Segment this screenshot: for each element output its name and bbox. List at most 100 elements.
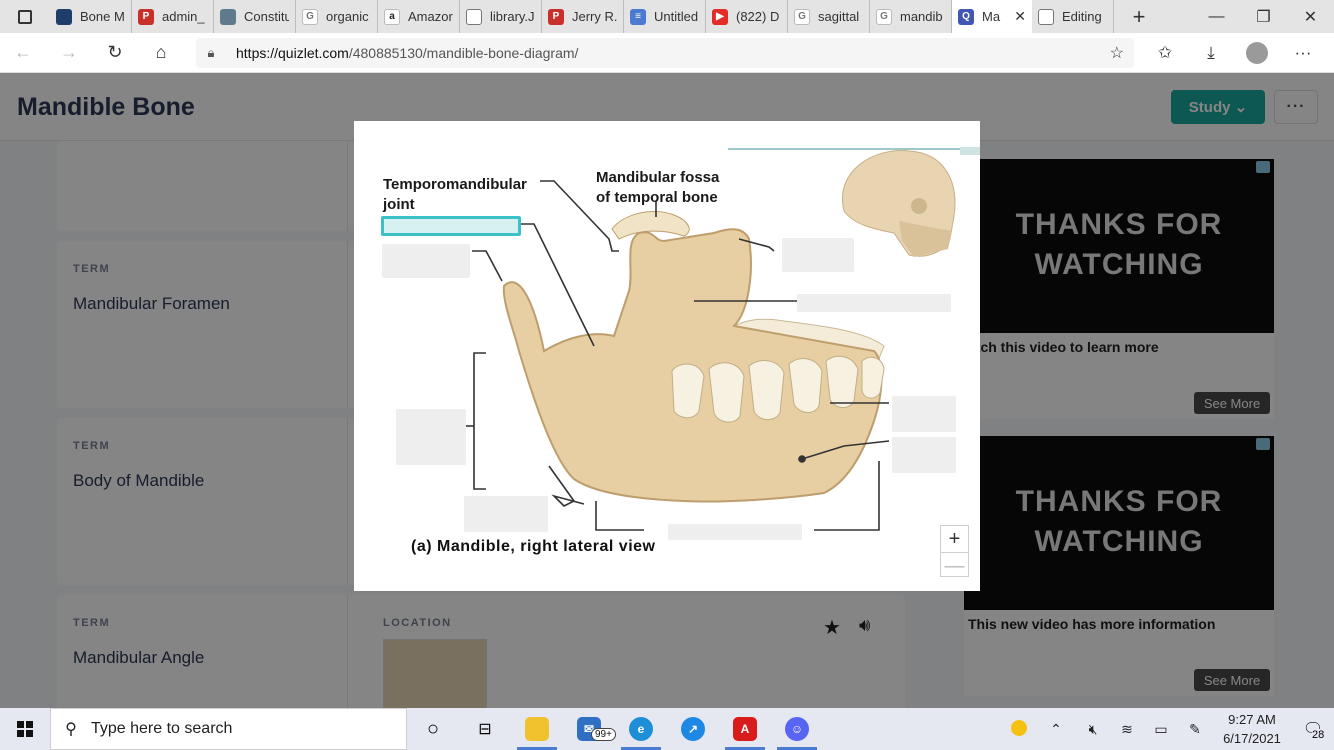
- back-icon[interactable]: ←: [0, 33, 46, 73]
- tab-label: organic: [326, 9, 369, 24]
- battery-icon[interactable]: ▭: [1144, 721, 1178, 738]
- answer-blank[interactable]: [892, 437, 956, 473]
- tab-actions-button[interactable]: [0, 0, 50, 33]
- task-view-button[interactable]: ⊟: [459, 708, 511, 750]
- edge-button[interactable]: e: [615, 708, 667, 750]
- refresh-icon[interactable]: ↻: [92, 33, 138, 73]
- docs-icon: ≡: [630, 8, 646, 25]
- window-controls: — ❐ ✕: [1193, 0, 1334, 33]
- tab-label: library.J: [490, 9, 535, 24]
- system-tray: ⌃ 🔇︎ ≋ ▭ ✎ 9:27 AM 6/17/2021 🗨︎ 28: [1002, 708, 1334, 750]
- google-icon: G: [794, 8, 810, 25]
- clock[interactable]: 9:27 AM 6/17/2021: [1212, 710, 1292, 748]
- start-button[interactable]: [0, 708, 50, 750]
- forward-icon[interactable]: →: [46, 33, 92, 73]
- answer-blank[interactable]: [797, 294, 951, 312]
- answer-blank[interactable]: [396, 409, 466, 465]
- skull-icon: [842, 150, 956, 257]
- browser-toolbar: ✩ ⤓ ···: [1142, 33, 1326, 73]
- zoom-in-button[interactable]: +: [941, 526, 968, 552]
- browser-tab-active[interactable]: Q Ma ✕: [952, 0, 1032, 33]
- restore-icon[interactable]: ❐: [1240, 0, 1287, 33]
- tab-label: (822) D: [736, 9, 780, 24]
- mail-badge: 99+: [591, 728, 616, 741]
- notification-count: 28: [1312, 729, 1325, 741]
- weather-icon[interactable]: [1002, 719, 1036, 739]
- acrobat-icon: A: [733, 717, 757, 741]
- folder-icon: [525, 717, 549, 741]
- favorites-icon[interactable]: ✩: [1142, 43, 1188, 63]
- tab-label: Untitled: [654, 9, 699, 24]
- answer-blank[interactable]: [668, 524, 802, 540]
- file-explorer-button[interactable]: [511, 708, 563, 750]
- discord-icon: ☺: [785, 717, 809, 741]
- editor-icon: [1038, 8, 1054, 25]
- browser-tab[interactable]: Bone M: [50, 0, 132, 33]
- label-tmj: Temporomandibular joint: [383, 175, 527, 215]
- chevron-up-icon[interactable]: ⌃: [1036, 721, 1076, 738]
- app-button[interactable]: ↗: [667, 708, 719, 750]
- tab-label: Bone M: [80, 9, 125, 24]
- cortana-icon: ○: [426, 717, 440, 740]
- add-favorite-icon[interactable]: ☆: [1110, 43, 1124, 63]
- browser-tab[interactable]: G sagittal: [788, 0, 870, 33]
- tab-label: sagittal: [818, 9, 860, 24]
- answer-blank-highlighted[interactable]: [381, 216, 521, 236]
- mail-button[interactable]: ✉ 99+: [563, 708, 616, 750]
- browser-tab[interactable]: Editing: [1032, 0, 1114, 33]
- pdf-icon: P: [548, 8, 564, 25]
- acrobat-button[interactable]: A: [719, 708, 771, 750]
- tab-actions-icon: [18, 9, 32, 24]
- tab-label: Jerry R.: [572, 9, 617, 24]
- google-icon: G: [302, 8, 318, 25]
- browser-tab[interactable]: G organic: [296, 0, 378, 33]
- browser-tab[interactable]: a Amazor: [378, 0, 460, 33]
- clock-time: 9:27 AM: [1228, 712, 1276, 727]
- edge-icon: e: [629, 717, 653, 741]
- zoom-out-button[interactable]: —: [941, 552, 968, 578]
- lock-icon: 🔒︎: [207, 45, 215, 60]
- address-bar-row: ← → ↻ ⌂ 🔒︎ https://quizlet.com/480885130…: [0, 33, 1334, 73]
- notification-center-button[interactable]: 🗨︎ 28: [1292, 719, 1334, 741]
- answer-blank[interactable]: [782, 238, 854, 272]
- answer-blank[interactable]: [464, 496, 548, 532]
- minimize-icon[interactable]: —: [1193, 0, 1240, 33]
- tab-label: Constitu: [244, 9, 289, 24]
- downloads-icon[interactable]: ⤓: [1188, 43, 1234, 63]
- clock-date: 6/17/2021: [1223, 731, 1281, 746]
- youtube-icon: ▶: [712, 8, 728, 25]
- browser-tab[interactable]: G mandib: [870, 0, 952, 33]
- profile-avatar[interactable]: [1246, 42, 1268, 64]
- settings-more-icon[interactable]: ···: [1280, 43, 1326, 63]
- home-icon[interactable]: ⌂: [138, 33, 184, 73]
- new-tab-button[interactable]: +: [1122, 4, 1156, 30]
- search-icon: ⚲: [65, 721, 77, 738]
- document-icon: [220, 8, 236, 25]
- tab-label: Ma: [982, 9, 1001, 24]
- label-tmj-line1: Temporomandibular: [383, 176, 527, 193]
- taskbar-search[interactable]: ⚲ Type here to search: [50, 708, 407, 750]
- cortana-button[interactable]: ○: [407, 708, 459, 750]
- volume-muted-icon[interactable]: 🔇︎: [1076, 721, 1110, 738]
- browser-tab[interactable]: library.J: [460, 0, 542, 33]
- wifi-icon[interactable]: ≋: [1110, 721, 1144, 738]
- task-view-icon: ⊟: [478, 721, 492, 738]
- browser-tab[interactable]: P admin_: [132, 0, 214, 33]
- close-tab-icon[interactable]: ✕: [1014, 8, 1026, 25]
- browser-tab[interactable]: P Jerry R.: [542, 0, 624, 33]
- answer-blank[interactable]: [892, 396, 956, 432]
- zoom-control: + —: [940, 525, 969, 577]
- tab-label: Editing: [1062, 9, 1102, 24]
- tab-label: admin_: [162, 9, 205, 24]
- answer-blank[interactable]: [382, 244, 470, 278]
- app-icon: ↗: [681, 717, 705, 741]
- windows-icon: [17, 721, 33, 737]
- browser-tab[interactable]: ▶ (822) D: [706, 0, 788, 33]
- url-field[interactable]: 🔒︎ https://quizlet.com/480885130/mandibl…: [196, 38, 1134, 68]
- url-path: /480885130/mandible-bone-diagram/: [348, 45, 579, 61]
- browser-tab[interactable]: ≡ Untitled: [624, 0, 706, 33]
- browser-tab[interactable]: Constitu: [214, 0, 296, 33]
- close-window-icon[interactable]: ✕: [1287, 0, 1334, 33]
- discord-button[interactable]: ☺: [771, 708, 823, 750]
- pen-icon[interactable]: ✎: [1178, 721, 1212, 738]
